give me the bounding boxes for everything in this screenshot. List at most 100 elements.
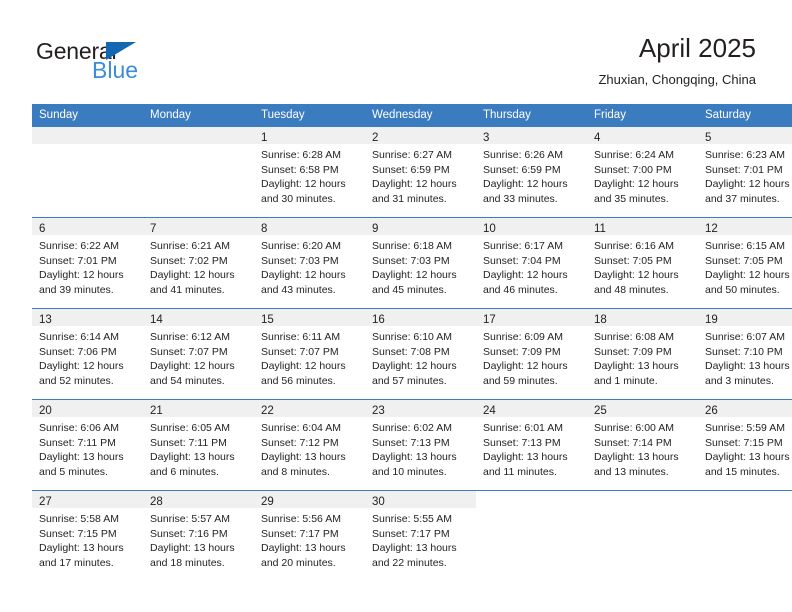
calendar-day-cell[interactable]: 17 Sunrise: 6:09 AM Sunset: 7:09 PM Dayligh… xyxy=(476,308,587,400)
page-title: April 2025 xyxy=(638,33,756,63)
calendar-day-cell[interactable]: 22 Sunrise: 6:04 AM Sunset: 7:12 PM Dayligh… xyxy=(254,399,365,491)
sunrise-text: Sunrise: 6:15 AM xyxy=(705,240,785,252)
calendar-day-cell[interactable]: 15 Sunrise: 6:11 AM Sunset: 7:07 PM Dayligh… xyxy=(254,308,365,400)
day-number-band: 29 xyxy=(254,491,365,508)
day-number: 24 xyxy=(483,405,496,417)
daylight-text: Daylight: 12 hours xyxy=(705,178,790,191)
day-number: 25 xyxy=(594,405,607,417)
calendar-day-cell[interactable]: 28 Sunrise: 5:57 AM Sunset: 7:16 PM Dayligh… xyxy=(143,490,254,581)
daylight-text-cont: and 31 minutes. xyxy=(372,192,447,205)
calendar-day-cell[interactable]: 9 Sunrise: 6:18 AM Sunset: 7:03 PM Daylight… xyxy=(365,217,476,309)
daylight-text-cont: and 15 minutes. xyxy=(705,465,780,478)
day-number-band: 14 xyxy=(143,309,254,326)
day-number-band: 22 xyxy=(254,400,365,417)
sunrise-text: Sunrise: 6:18 AM xyxy=(372,240,452,252)
sunset-text: Sunset: 7:02 PM xyxy=(150,254,228,267)
day-number: 11 xyxy=(594,223,606,235)
day-cell-details: Sunrise: 5:57 AM Sunset: 7:16 PM Daylight:… xyxy=(143,508,254,570)
calendar-day-cell[interactable]: 12 Sunrise: 6:15 AM Sunset: 7:05 PM Dayligh… xyxy=(698,217,792,309)
calendar-day-cell[interactable]: 24 Sunrise: 6:01 AM Sunset: 7:13 PM Dayligh… xyxy=(476,399,587,491)
calendar-day-cell[interactable]: 18 Sunrise: 6:08 AM Sunset: 7:09 PM Dayligh… xyxy=(587,308,698,400)
calendar-day-cell[interactable]: 6 Sunrise: 6:22 AM Sunset: 7:01 PM Daylight… xyxy=(32,217,143,309)
daylight-text-cont: and 11 minutes. xyxy=(483,465,557,478)
day-number: 8 xyxy=(261,223,268,235)
daylight-text: Daylight: 12 hours xyxy=(150,360,235,373)
day-number-band: 18 xyxy=(587,309,698,326)
calendar-day-cell[interactable]: 26 Sunrise: 5:59 AM Sunset: 7:15 PM Dayligh… xyxy=(698,399,792,491)
sunset-text: Sunset: 6:59 PM xyxy=(483,163,561,176)
calendar-day-cell[interactable]: 29 Sunrise: 5:56 AM Sunset: 7:17 PM Dayligh… xyxy=(254,490,365,581)
calendar-day-cell[interactable]: 1 Sunrise: 6:28 AM Sunset: 6:58 PM Daylight… xyxy=(254,127,365,218)
daylight-text-cont: and 6 minutes. xyxy=(150,465,219,478)
daylight-text-cont: and 18 minutes. xyxy=(150,556,225,569)
calendar-day-cell[interactable]: 20 Sunrise: 6:06 AM Sunset: 7:11 PM Dayligh… xyxy=(32,399,143,491)
day-number: 21 xyxy=(150,405,163,417)
day-cell-details: Sunrise: 6:17 AM Sunset: 7:04 PM Daylight:… xyxy=(476,235,587,297)
calendar-week-row: 20 Sunrise: 6:06 AM Sunset: 7:11 PM Dayligh… xyxy=(32,399,792,491)
daylight-text: Daylight: 12 hours xyxy=(483,360,568,373)
daylight-text: Daylight: 12 hours xyxy=(483,269,568,282)
day-number-band: 13 xyxy=(32,309,143,326)
day-cell-details: Sunrise: 6:06 AM Sunset: 7:11 PM Daylight:… xyxy=(32,417,143,479)
day-number-band: 10 xyxy=(476,218,587,235)
general-blue-logo[interactable]: General Blue xyxy=(36,38,216,86)
day-cell-details xyxy=(587,508,698,512)
calendar-day-cell[interactable]: 5 Sunrise: 6:23 AM Sunset: 7:01 PM Daylight… xyxy=(698,127,792,218)
sunrise-text: Sunrise: 6:04 AM xyxy=(261,422,341,434)
daylight-text: Daylight: 12 hours xyxy=(261,178,346,191)
calendar-day-cell[interactable]: 7 Sunrise: 6:21 AM Sunset: 7:02 PM Daylight… xyxy=(143,217,254,309)
daylight-text: Daylight: 13 hours xyxy=(705,360,790,373)
sunrise-text: Sunrise: 6:09 AM xyxy=(483,331,563,343)
sunrise-text: Sunrise: 6:20 AM xyxy=(261,240,341,252)
sunset-text: Sunset: 7:13 PM xyxy=(483,436,561,449)
calendar-day-cell[interactable]: 19 Sunrise: 6:07 AM Sunset: 7:10 PM Dayligh… xyxy=(698,308,792,400)
sunrise-text: Sunrise: 6:26 AM xyxy=(483,149,563,161)
calendar-day-cell[interactable]: 8 Sunrise: 6:20 AM Sunset: 7:03 PM Daylight… xyxy=(254,217,365,309)
weekday-header-friday: Friday xyxy=(587,104,698,127)
calendar-day-cell[interactable]: 30 Sunrise: 5:55 AM Sunset: 7:17 PM Dayligh… xyxy=(365,490,476,581)
daylight-text-cont: and 45 minutes. xyxy=(372,283,447,296)
sunrise-text: Sunrise: 6:01 AM xyxy=(483,422,563,434)
sunrise-text: Sunrise: 6:11 AM xyxy=(261,331,341,343)
day-number-band: 17 xyxy=(476,309,587,326)
daylight-text-cont: and 50 minutes. xyxy=(705,283,780,296)
calendar-body: 1 Sunrise: 6:28 AM Sunset: 6:58 PM Daylight… xyxy=(32,127,792,581)
calendar-day-cell[interactable]: 2 Sunrise: 6:27 AM Sunset: 6:59 PM Daylight… xyxy=(365,127,476,218)
daylight-text: Daylight: 13 hours xyxy=(594,451,679,464)
daylight-text-cont: and 20 minutes. xyxy=(261,556,336,569)
day-number: 6 xyxy=(39,223,46,235)
calendar-header-row: Sunday Monday Tuesday Wednesday Thursday Frid… xyxy=(32,104,792,127)
day-cell-details: Sunrise: 6:10 AM Sunset: 7:08 PM Daylight:… xyxy=(365,326,476,388)
weekday-header-monday: Monday xyxy=(143,104,254,127)
sunrise-text: Sunrise: 6:10 AM xyxy=(372,331,452,343)
day-number-band: 19 xyxy=(698,309,792,326)
calendar-day-cell[interactable]: 23 Sunrise: 6:02 AM Sunset: 7:13 PM Dayligh… xyxy=(365,399,476,491)
day-number-band: 26 xyxy=(698,400,792,417)
sunset-text: Sunset: 7:05 PM xyxy=(705,254,783,267)
calendar-day-cell[interactable]: 14 Sunrise: 6:12 AM Sunset: 7:07 PM Dayligh… xyxy=(143,308,254,400)
calendar-day-cell[interactable]: 25 Sunrise: 6:00 AM Sunset: 7:14 PM Dayligh… xyxy=(587,399,698,491)
calendar-day-cell[interactable]: 13 Sunrise: 6:14 AM Sunset: 7:06 PM Dayligh… xyxy=(32,308,143,400)
calendar-day-cell[interactable]: 3 Sunrise: 6:26 AM Sunset: 6:59 PM Daylight… xyxy=(476,127,587,218)
sunset-text: Sunset: 6:59 PM xyxy=(372,163,450,176)
daylight-text: Daylight: 13 hours xyxy=(594,360,679,373)
daylight-text-cont: and 57 minutes. xyxy=(372,374,447,387)
calendar-day-cell[interactable]: 16 Sunrise: 6:10 AM Sunset: 7:08 PM Dayligh… xyxy=(365,308,476,400)
day-cell-details: Sunrise: 6:07 AM Sunset: 7:10 PM Daylight:… xyxy=(698,326,792,388)
daylight-text: Daylight: 12 hours xyxy=(39,360,124,373)
day-number: 9 xyxy=(372,223,379,235)
calendar-day-cell[interactable]: 21 Sunrise: 6:05 AM Sunset: 7:11 PM Dayligh… xyxy=(143,399,254,491)
day-number: 12 xyxy=(705,223,718,235)
calendar-day-cell[interactable]: 4 Sunrise: 6:24 AM Sunset: 7:00 PM Daylight… xyxy=(587,127,698,218)
calendar-day-cell[interactable]: 11 Sunrise: 6:16 AM Sunset: 7:05 PM Dayligh… xyxy=(587,217,698,309)
sunset-text: Sunset: 7:17 PM xyxy=(261,527,339,540)
calendar-day-cell[interactable]: 27 Sunrise: 5:58 AM Sunset: 7:15 PM Dayligh… xyxy=(32,490,143,581)
day-number: 13 xyxy=(39,314,52,326)
day-cell-details: Sunrise: 6:04 AM Sunset: 7:12 PM Daylight:… xyxy=(254,417,365,479)
calendar-day-cell[interactable]: 10 Sunrise: 6:17 AM Sunset: 7:04 PM Dayligh… xyxy=(476,217,587,309)
day-number: 18 xyxy=(594,314,607,326)
sunrise-text: Sunrise: 6:21 AM xyxy=(150,240,230,252)
day-cell-details xyxy=(698,508,792,512)
sunrise-text: Sunrise: 6:02 AM xyxy=(372,422,452,434)
day-number-band xyxy=(476,491,587,508)
